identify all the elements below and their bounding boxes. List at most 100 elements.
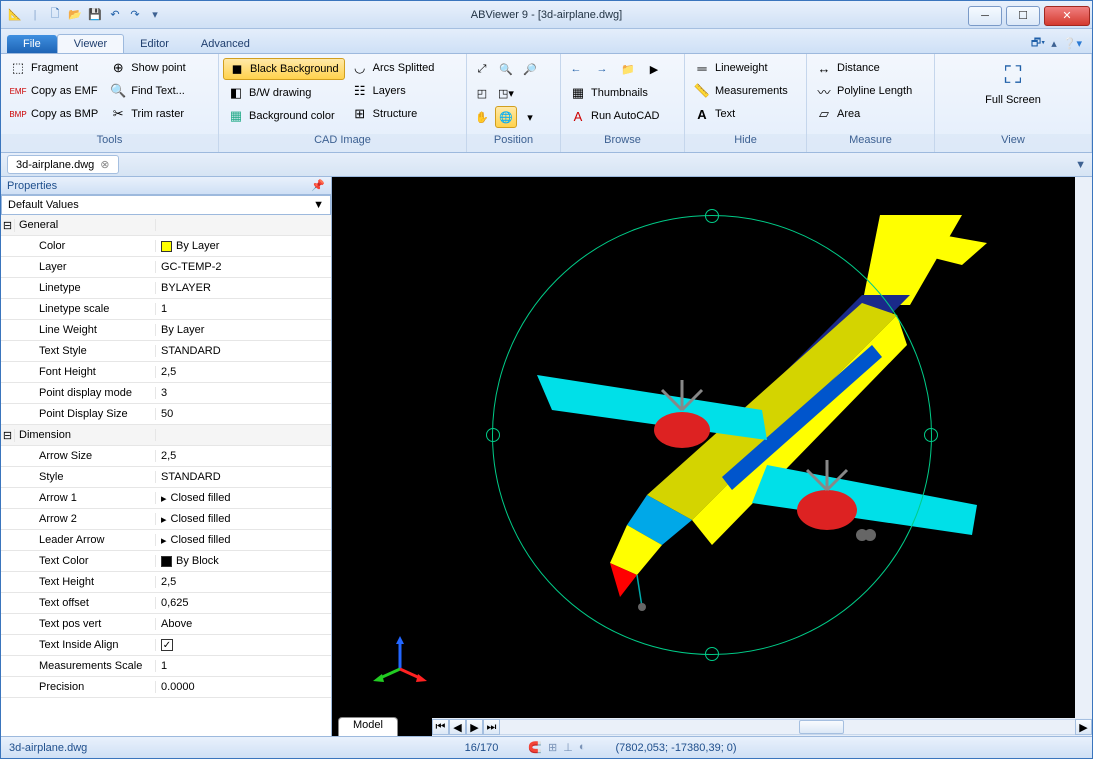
redo-icon[interactable]: ↷ — [127, 7, 143, 23]
tab-editor[interactable]: Editor — [124, 35, 185, 53]
find-text-button[interactable]: 🔍Find Text... — [105, 81, 190, 101]
trim-raster-button[interactable]: ✂Trim raster — [105, 104, 190, 124]
checkbox-icon[interactable]: ✓ — [161, 639, 173, 651]
doc-tab[interactable]: 3d-airplane.dwg ⊗ — [7, 155, 119, 174]
prop-row[interactable]: StyleSTANDARD — [1, 467, 331, 488]
prop-row[interactable]: Text offset0,625 — [1, 593, 331, 614]
orbit-handle-w[interactable] — [486, 428, 500, 442]
fullscreen-button[interactable]: ⛶ Full Screen — [975, 58, 1051, 110]
prop-row[interactable]: LinetypeBYLAYER — [1, 278, 331, 299]
slideshow-icon[interactable]: ▶ — [643, 58, 665, 80]
structure-button[interactable]: ⊞Structure — [347, 104, 440, 124]
prop-row[interactable]: Text Height2,5 — [1, 572, 331, 593]
prop-row[interactable]: Text StyleSTANDARD — [1, 341, 331, 362]
prop-row[interactable]: Leader Arrow▸Closed filled — [1, 530, 331, 551]
model-tab[interactable]: Model — [338, 717, 398, 736]
prop-row[interactable]: Font Height2,5 — [1, 362, 331, 383]
qat-menu-icon[interactable]: ▾ — [147, 7, 163, 23]
vscrollbar[interactable] — [1075, 177, 1092, 718]
tab-viewer[interactable]: Viewer — [57, 34, 124, 53]
doc-close-icon[interactable]: ⊗ — [100, 158, 109, 171]
3d-canvas[interactable]: ⏮ ◀ ▶ ⏭ ▶ Model — [332, 177, 1092, 736]
scroll-end-icon[interactable]: ▶ — [1075, 719, 1092, 735]
prop-row[interactable]: Arrow 1▸Closed filled — [1, 488, 331, 509]
collapse-ribbon-icon[interactable]: ▴ — [1051, 37, 1057, 50]
prop-row[interactable]: Arrow 2▸Closed filled — [1, 509, 331, 530]
pan-icon[interactable]: ✋ — [471, 106, 493, 128]
prop-section[interactable]: ⊟General — [1, 215, 331, 236]
doc-dropdown-icon[interactable]: ▼ — [1075, 159, 1086, 171]
scroll-first-icon[interactable]: ⏮ — [432, 719, 449, 735]
view-cube-icon[interactable]: ◳▾ — [495, 82, 517, 104]
hscrollbar[interactable]: ⏮ ◀ ▶ ⏭ ▶ — [432, 718, 1092, 736]
prev-icon[interactable]: ← — [565, 58, 587, 80]
prop-row[interactable]: Text Inside Align✓ — [1, 635, 331, 656]
properties-selector[interactable]: Default Values ▼ — [1, 195, 331, 215]
prop-row[interactable]: Point Display Size50 — [1, 404, 331, 425]
snap-icon[interactable]: 🧲 — [528, 741, 542, 754]
orbit-handle-s[interactable] — [705, 647, 719, 661]
layers-button[interactable]: ☷Layers — [347, 81, 440, 101]
polar-icon[interactable]: ◐ — [579, 741, 586, 754]
minimize-button[interactable]: ─ — [968, 6, 1002, 26]
next-icon[interactable]: → — [591, 58, 613, 80]
bw-drawing-button[interactable]: ◧B/W drawing — [223, 83, 345, 103]
orbit-ring[interactable] — [492, 215, 932, 655]
open-icon[interactable]: 📂 — [67, 7, 83, 23]
prop-row[interactable]: Arrow Size2,5 — [1, 446, 331, 467]
file-menu[interactable]: File — [7, 35, 57, 53]
polyline-button[interactable]: 〰Polyline Length — [811, 81, 917, 101]
scroll-last-icon[interactable]: ⏭ — [483, 719, 500, 735]
prop-row[interactable]: Linetype scale1 — [1, 299, 331, 320]
distance-button[interactable]: ↔Distance — [811, 58, 917, 78]
zoom-out-icon[interactable]: 🔎 — [519, 58, 541, 80]
fit-icon[interactable]: ◰ — [471, 82, 493, 104]
zoom-in-icon[interactable]: 🔍 — [495, 58, 517, 80]
maximize-button[interactable]: ☐ — [1006, 6, 1040, 26]
tab-advanced[interactable]: Advanced — [185, 35, 266, 53]
help-icon[interactable]: ❔▾ — [1063, 37, 1082, 50]
collapse-icon[interactable]: ⊟ — [1, 429, 15, 442]
prop-row[interactable]: ColorBy Layer — [1, 236, 331, 257]
pin-icon[interactable]: 📌 — [311, 179, 325, 192]
orbit-icon[interactable]: 🌐 — [495, 106, 517, 128]
viewport[interactable]: ⏮ ◀ ▶ ⏭ ▶ Model — [332, 177, 1092, 736]
prop-row[interactable]: Text pos vertAbove — [1, 614, 331, 635]
new-icon[interactable]: 🗋 — [47, 7, 63, 23]
style-icon[interactable]: 🗗▾ — [1031, 34, 1045, 53]
prop-row[interactable]: Precision0.0000 — [1, 677, 331, 698]
position-menu-icon[interactable]: ▾ — [519, 106, 541, 128]
lineweight-button[interactable]: ═Lineweight — [689, 58, 793, 78]
undo-icon[interactable]: ↶ — [107, 7, 123, 23]
orbit-handle-n[interactable] — [705, 209, 719, 223]
orbit-handle-e[interactable] — [924, 428, 938, 442]
thumbnails-button[interactable]: ▦Thumbnails — [565, 83, 665, 103]
copy-bmp-button[interactable]: BMPCopy as BMP — [5, 104, 103, 124]
prop-section[interactable]: ⊟Dimension — [1, 425, 331, 446]
prop-row[interactable]: Text ColorBy Block — [1, 551, 331, 572]
black-background-button[interactable]: ◼Black Background — [223, 58, 345, 80]
copy-emf-button[interactable]: EMFCopy as EMF — [5, 81, 103, 101]
prop-row[interactable]: Measurements Scale1 — [1, 656, 331, 677]
scroll-right-icon[interactable]: ▶ — [466, 719, 483, 735]
prop-row[interactable]: LayerGC-TEMP-2 — [1, 257, 331, 278]
scroll-left-icon[interactable]: ◀ — [449, 719, 466, 735]
zoom-extents-icon[interactable]: ⤢ — [471, 58, 493, 80]
prop-row[interactable]: Line WeightBy Layer — [1, 320, 331, 341]
folder-icon[interactable]: 📁 — [617, 58, 639, 80]
show-point-button[interactable]: ⊕Show point — [105, 58, 190, 78]
ortho-icon[interactable]: ⊥ — [563, 741, 573, 754]
grid-icon[interactable]: ⊞ — [548, 741, 557, 754]
save-icon[interactable]: 💾 — [87, 7, 103, 23]
area-button[interactable]: ▱Area — [811, 104, 917, 124]
run-autocad-button[interactable]: ARun AutoCAD — [565, 106, 665, 126]
hide-text-button[interactable]: AText — [689, 104, 793, 124]
scroll-thumb[interactable] — [799, 720, 844, 734]
collapse-icon[interactable]: ⊟ — [1, 219, 15, 232]
fragment-button[interactable]: ⬚Fragment — [5, 58, 103, 78]
prop-row[interactable]: Point display mode3 — [1, 383, 331, 404]
close-button[interactable]: ✕ — [1044, 6, 1090, 26]
arcs-splitted-button[interactable]: ◡Arcs Splitted — [347, 58, 440, 78]
background-color-button[interactable]: ▦Background color — [223, 106, 345, 126]
measurements-button[interactable]: 📏Measurements — [689, 81, 793, 101]
